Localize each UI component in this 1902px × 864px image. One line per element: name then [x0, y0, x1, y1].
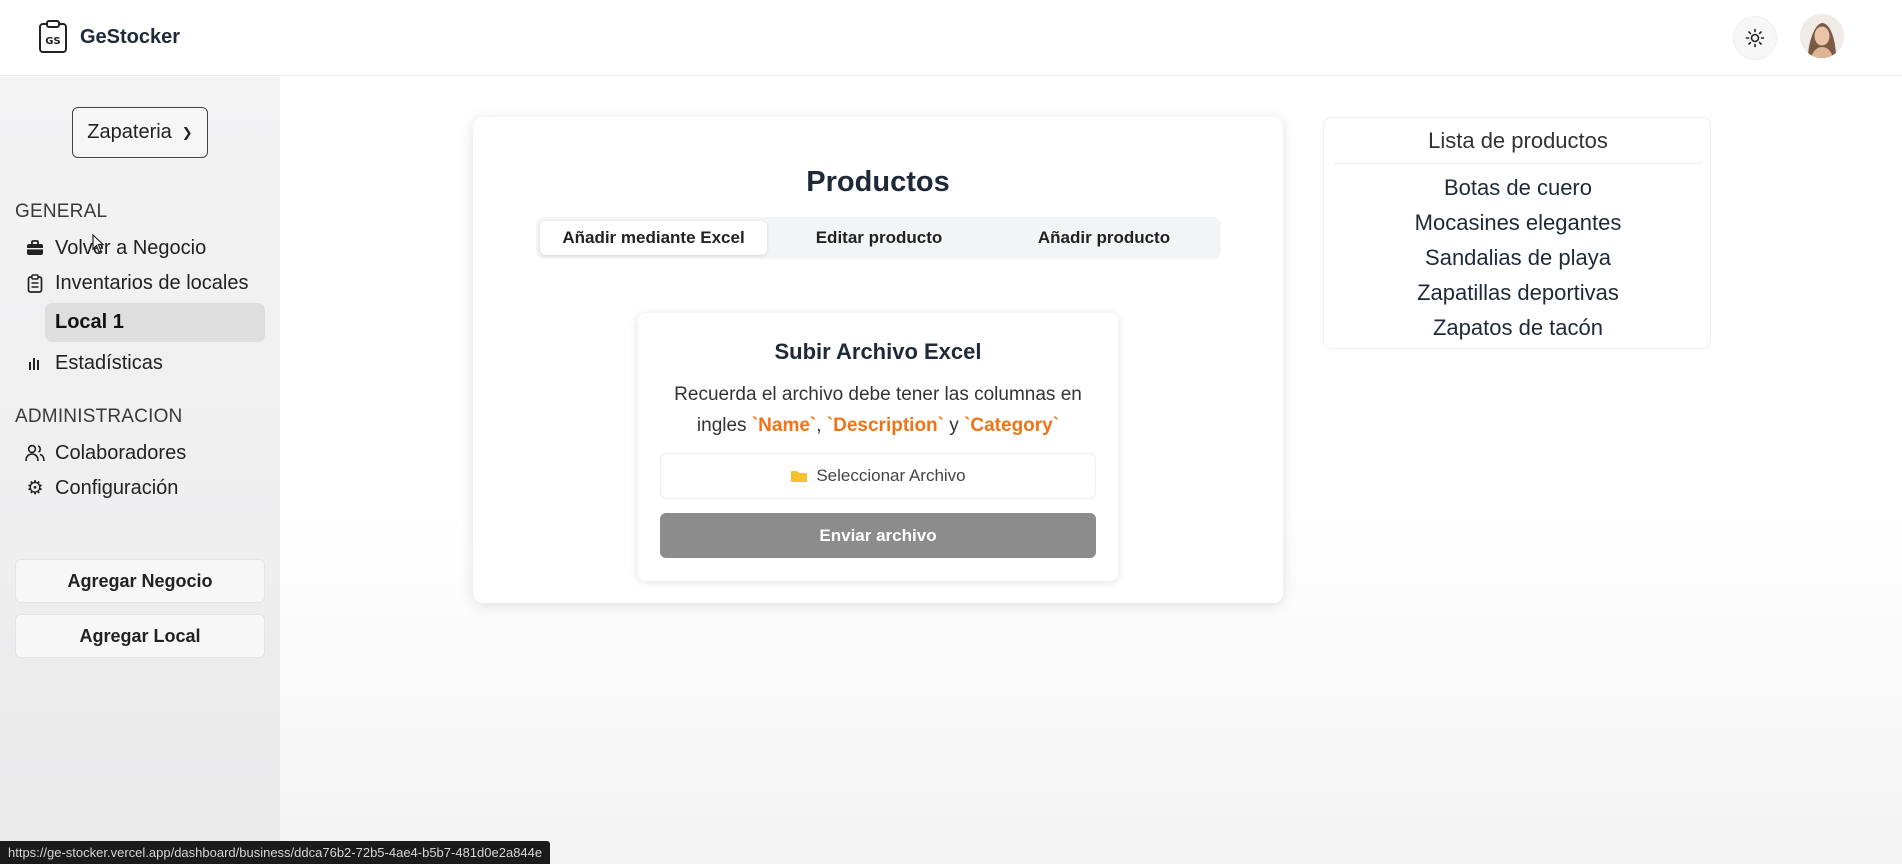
gear-icon: ⚙ [26, 477, 44, 499]
user-avatar-image [1800, 14, 1844, 58]
app-logo[interactable]: GS GeStocker [38, 20, 180, 54]
top-bar: GS GeStocker [0, 0, 1902, 76]
briefcase-icon [25, 238, 45, 258]
sidebar-item-label: Volver a Negocio [55, 236, 207, 259]
bar-chart-icon [25, 353, 45, 373]
product-list-title: Lista de productos [1428, 128, 1608, 153]
send-file-button[interactable]: Enviar archivo [660, 513, 1096, 558]
sidebar: Zapateria ❯ GENERAL Volver a Negocio Inv… [0, 77, 280, 864]
theme-toggle-button[interactable] [1733, 16, 1777, 60]
sidebar-item-label: Local 1 [55, 311, 124, 333]
sun-icon [1745, 28, 1765, 48]
link-status-bar: https://ge-stocker.vercel.app/dashboard/… [0, 841, 551, 864]
sidebar-item-label: Colaboradores [55, 441, 187, 464]
chevron-down-icon: ❯ [181, 124, 193, 140]
user-avatar[interactable] [1800, 14, 1844, 58]
list-item: Zapatillas deportivas [1417, 280, 1619, 305]
page-title: Productos [806, 166, 950, 198]
column-separator: , [816, 415, 822, 436]
product-list-card: Lista de productos Botas de cuero Mocasi… [1323, 117, 1711, 349]
column-description-highlight: `Description` [826, 415, 944, 436]
add-business-button[interactable]: Agregar Negocio [15, 559, 265, 603]
sidebar-item-label: Estadísticas [55, 351, 163, 374]
sidebar-item-statistics[interactable]: Estadísticas [25, 347, 163, 379]
tab-edit-product[interactable]: Editar producto [769, 221, 989, 255]
sidebar-item-local-inventories[interactable]: Inventarios de locales [25, 267, 248, 299]
folder-icon [791, 471, 808, 482]
business-select-value: Zapateria [87, 121, 172, 143]
mouse-cursor-icon [92, 234, 105, 253]
products-card: Productos Añadir mediante Excel Editar p… [473, 117, 1283, 603]
upload-description: Recuerda el archivo debe tener las colum… [658, 379, 1098, 441]
tab-list: Añadir mediante Excel Editar producto Añ… [536, 217, 1221, 259]
sidebar-item-collaborators[interactable]: Colaboradores [25, 437, 186, 469]
select-file-label: Seleccionar Archivo [816, 466, 966, 485]
tab-add-product[interactable]: Añadir producto [991, 221, 1217, 255]
divider [1334, 163, 1702, 164]
sidebar-item-label: Configuración [55, 476, 179, 499]
app-name: GeStocker [80, 25, 181, 48]
clipboard-icon [25, 273, 45, 293]
list-item: Zapatos de tacón [1432, 315, 1603, 340]
sidebar-item-local-1[interactable]: Local 1 [45, 303, 265, 342]
add-local-button[interactable]: Agregar Local [15, 614, 265, 658]
business-select[interactable]: Zapateria ❯ [72, 107, 208, 158]
column-conjunction: y [949, 415, 959, 436]
select-file-button[interactable]: Seleccionar Archivo [660, 453, 1096, 499]
main-content: Productos Añadir mediante Excel Editar p… [280, 77, 1902, 864]
logo-letters: GS [45, 36, 60, 47]
excel-upload-panel: Subir Archivo Excel Recuerda el archivo … [638, 313, 1118, 581]
column-name-highlight: `Name` [751, 415, 817, 436]
list-item: Sandalias de playa [1425, 245, 1611, 270]
users-icon [25, 443, 45, 463]
column-category-highlight: `Category` [964, 415, 1060, 436]
section-title-administration: ADMINISTRACION [15, 406, 183, 427]
sidebar-item-settings[interactable]: ⚙ Configuración [25, 472, 178, 504]
tab-add-via-excel[interactable]: Añadir mediante Excel [540, 221, 767, 255]
list-item: Botas de cuero [1444, 175, 1592, 200]
sidebar-item-back-to-business[interactable]: Volver a Negocio [25, 232, 206, 264]
sidebar-item-label: Inventarios de locales [55, 271, 249, 294]
list-item: Mocasines elegantes [1414, 210, 1622, 235]
clipboard-logo-icon: GS [39, 20, 67, 53]
section-title-general: GENERAL [15, 201, 108, 222]
upload-title: Subir Archivo Excel [774, 339, 982, 364]
